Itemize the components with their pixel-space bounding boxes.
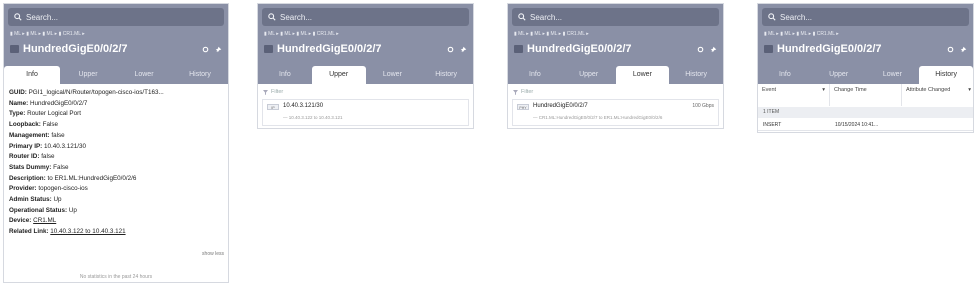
group-row[interactable]: 1 ITEM: [758, 107, 973, 118]
cell-event: INSERT: [763, 122, 782, 128]
filter-input[interactable]: Filter: [263, 87, 468, 97]
tab-upper[interactable]: Upper: [311, 66, 366, 84]
search-placeholder: Search...: [26, 12, 59, 22]
page-title: HundredGigE0/0/2/7: [527, 43, 632, 55]
gear-icon[interactable]: [447, 46, 454, 53]
info-panel: Search... ▮ ML ▸ ▮ ML ▸ ▮ ML ▸ ▮ CR1.ML …: [3, 3, 229, 283]
search-input[interactable]: Search...: [512, 8, 719, 26]
search-icon: [14, 13, 22, 21]
column-header-attribute-changed[interactable]: Attribute Changed ▾: [902, 84, 973, 106]
cell-change-time: 10/15/2024 10:41...: [835, 122, 879, 128]
tab-history[interactable]: History: [919, 66, 973, 84]
search-placeholder: Search...: [530, 12, 563, 22]
interface-icon: [764, 45, 773, 53]
field-stats-dummy: Stats Dummy: False: [9, 163, 69, 171]
pin-icon[interactable]: [460, 46, 467, 53]
history-panel: Search... ▮ ML ▸ ▮ ML ▸ ▮ ML ▸ ▮ CR1.ML …: [757, 3, 974, 133]
device-link[interactable]: CR1.ML: [33, 217, 56, 224]
tab-lower[interactable]: Lower: [116, 66, 172, 84]
field-loopback: Loopback: False: [9, 121, 58, 129]
filter-icon: [263, 89, 268, 95]
search-placeholder: Search...: [280, 12, 313, 22]
field-device: Device: CR1.ML: [9, 217, 57, 225]
page-title: HundredGigE0/0/2/7: [23, 43, 128, 55]
gear-icon[interactable]: [697, 46, 704, 53]
field-description: Description: to ER1.ML:HundredGigE0/0/2/…: [9, 174, 137, 182]
info-fields: GUID: PGI1_logical/N/Router/topogen-cisc…: [4, 84, 228, 242]
interface-icon: [10, 45, 19, 53]
page-title: HundredGigE0/0/2/7: [277, 43, 382, 55]
list-item[interactable]: IP 10.40.3.121/30 — 10.40.3.122 to 10.40…: [262, 99, 469, 126]
field-management: Management: false: [9, 131, 65, 139]
gear-icon[interactable]: [202, 46, 209, 53]
column-header-change-time[interactable]: Change Time: [830, 84, 902, 106]
search-input[interactable]: Search...: [262, 8, 469, 26]
show-less-link[interactable]: show less: [202, 251, 224, 257]
search-icon: [768, 13, 776, 21]
tab-lower[interactable]: Lower: [615, 66, 670, 84]
field-guid: GUID: PGI1_logical/N/Router/topogen-cisc…: [9, 89, 164, 96]
field-operational-status: Operational Status: Up: [9, 206, 77, 214]
list-item[interactable]: PHY HundredGigE0/0/2/7 100 Gbps — CR1.ML…: [512, 99, 719, 126]
filter-placeholder: Filter: [271, 89, 284, 95]
filter-input[interactable]: Filter: [513, 87, 718, 97]
gear-icon[interactable]: [947, 46, 954, 53]
phy-badge: PHY: [517, 104, 529, 110]
panel-header: Search... ▮ ML ▸ ▮ ML ▸ ▮ ML ▸ ▮ CR1.ML …: [258, 4, 473, 84]
panel-header: Search... ▮ ML ▸ ▮ ML ▸ ▮ ML ▸ ▮ CR1.ML …: [508, 4, 723, 84]
tab-upper[interactable]: Upper: [562, 66, 616, 84]
tab-upper[interactable]: Upper: [812, 66, 866, 84]
sort-icon[interactable]: ▾: [822, 87, 825, 94]
tab-lower[interactable]: Lower: [866, 66, 920, 84]
item-name: HundredGigE0/0/2/7: [533, 103, 588, 109]
pin-icon[interactable]: [215, 46, 222, 53]
pin-icon[interactable]: [710, 46, 717, 53]
ip-badge: IP: [267, 104, 279, 110]
tab-info[interactable]: Info: [4, 66, 60, 84]
tab-lower[interactable]: Lower: [366, 66, 420, 84]
search-input[interactable]: Search...: [8, 8, 224, 26]
item-subtitle: — CR1.ML:HundredGigE0/0/2/7 to ER1.ML:Hu…: [533, 115, 663, 120]
search-icon: [268, 13, 276, 21]
interface-icon: [514, 45, 523, 53]
field-name: Name: HundredGigE0/0/2/7: [9, 99, 88, 107]
field-router-id: Router ID: false: [9, 153, 55, 161]
breadcrumb[interactable]: ▮ ML ▸ ▮ ML ▸ ▮ ML ▸ ▮ CR1.ML ▸: [264, 31, 339, 37]
column-header-event[interactable]: Event ▾: [758, 84, 830, 106]
tab-info[interactable]: Info: [258, 66, 312, 84]
field-admin-status: Admin Status: Up: [9, 196, 62, 204]
item-subtitle: — 10.40.3.122 to 10.40.3.121: [283, 115, 343, 120]
field-related-link: Related Link: 10.40.3.122 to 10.40.3.121: [9, 228, 126, 236]
filter-icon: [513, 89, 518, 95]
row-divider: [758, 130, 973, 131]
search-icon: [518, 13, 526, 21]
tab-info[interactable]: Info: [508, 66, 562, 84]
sort-icon[interactable]: ▾: [968, 87, 971, 94]
tab-upper[interactable]: Upper: [60, 66, 116, 84]
field-provider: Provider: topogen-cisco-ios: [9, 185, 88, 193]
upper-panel: Search... ▮ ML ▸ ▮ ML ▸ ▮ ML ▸ ▮ CR1.ML …: [257, 3, 474, 129]
related-link[interactable]: 10.40.3.122 to 10.40.3.121: [50, 228, 125, 235]
tab-history[interactable]: History: [419, 66, 473, 84]
field-type: Type: Router Logical Port: [9, 110, 81, 118]
panel-header: Search... ▮ ML ▸ ▮ ML ▸ ▮ ML ▸ ▮ CR1.ML …: [4, 4, 228, 84]
no-statistics-message: No statistics in the past 24 hours: [79, 274, 153, 280]
item-speed: 100 Gbps: [692, 103, 714, 109]
breadcrumb[interactable]: ▮ ML ▸ ▮ ML ▸ ▮ ML ▸ ▮ CR1.ML ▸: [10, 31, 85, 37]
pin-icon[interactable]: [960, 46, 967, 53]
breadcrumb[interactable]: ▮ ML ▸ ▮ ML ▸ ▮ ML ▸ ▮ CR1.ML ▸: [764, 31, 839, 37]
tab-history[interactable]: History: [669, 66, 723, 84]
breadcrumb[interactable]: ▮ ML ▸ ▮ ML ▸ ▮ ML ▸ ▮ CR1.ML ▸: [514, 31, 589, 37]
search-placeholder: Search...: [780, 12, 813, 22]
page-title: HundredGigE0/0/2/7: [777, 43, 882, 55]
lower-panel: Search... ▮ ML ▸ ▮ ML ▸ ▮ ML ▸ ▮ CR1.ML …: [507, 3, 724, 129]
search-input[interactable]: Search...: [762, 8, 969, 26]
tab-info[interactable]: Info: [758, 66, 812, 84]
interface-icon: [264, 45, 273, 53]
tab-history[interactable]: History: [172, 66, 228, 84]
filter-placeholder: Filter: [521, 89, 534, 95]
field-primary-ip: Primary IP: 10.40.3.121/30: [9, 142, 87, 150]
item-name: 10.40.3.121/30: [283, 103, 324, 109]
panel-header: Search... ▮ ML ▸ ▮ ML ▸ ▮ ML ▸ ▮ CR1.ML …: [758, 4, 973, 84]
